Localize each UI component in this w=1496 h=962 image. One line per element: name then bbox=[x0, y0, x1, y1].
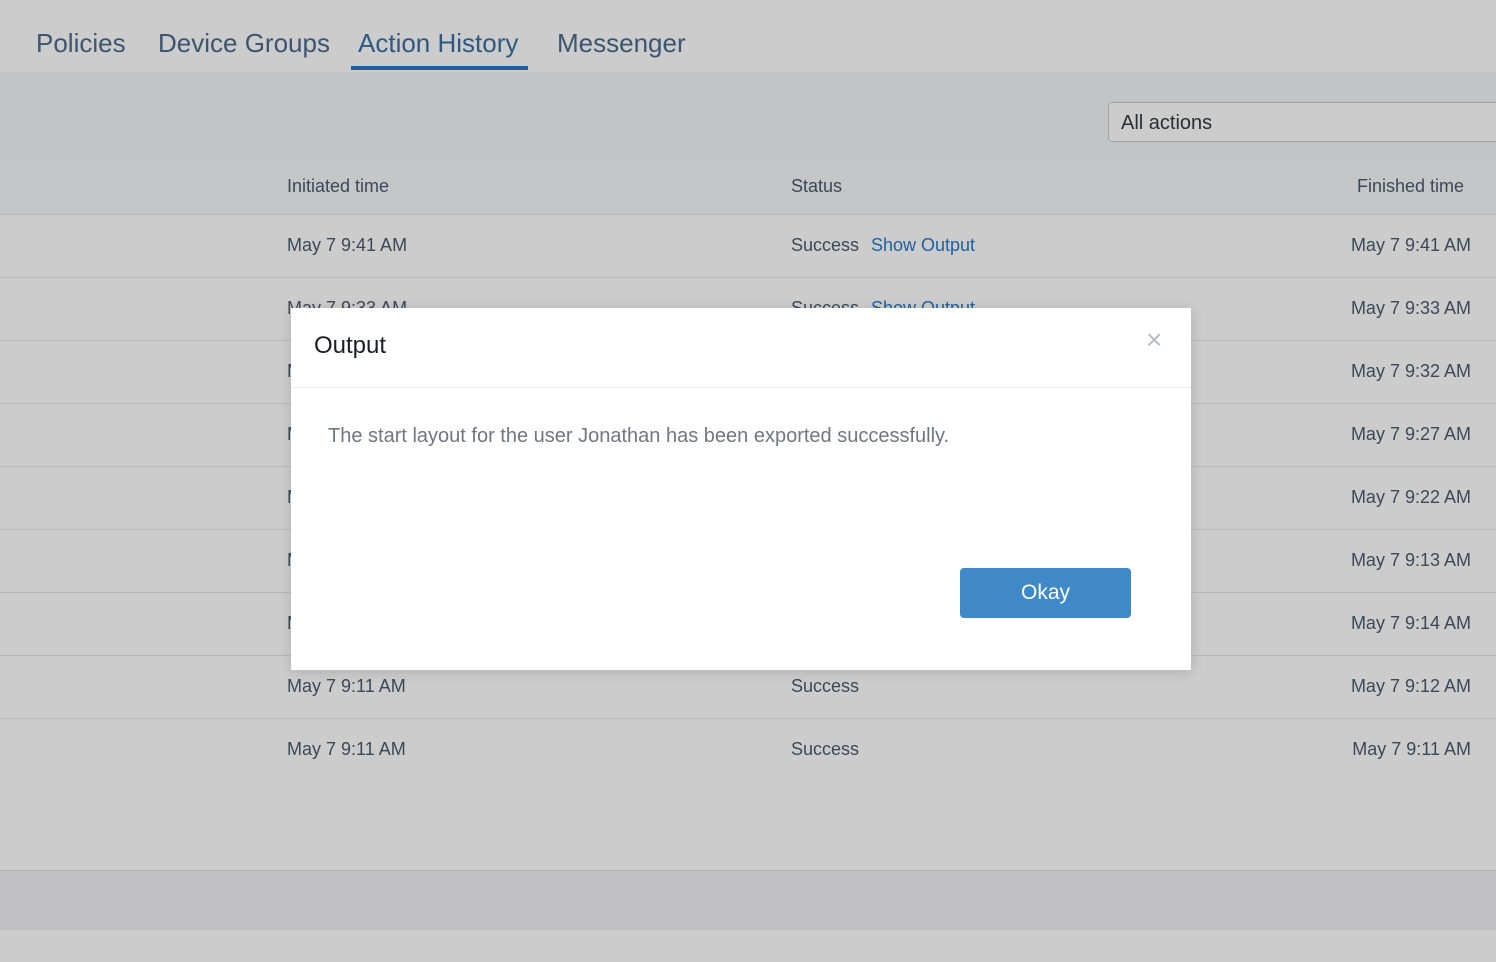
output-dialog: Output × The start layout for the user J… bbox=[291, 308, 1191, 670]
dialog-title: Output bbox=[314, 332, 387, 359]
dialog-header: Output × bbox=[291, 308, 1191, 388]
dialog-message: The start layout for the user Jonathan h… bbox=[328, 425, 950, 447]
close-icon[interactable]: × bbox=[1146, 326, 1162, 354]
okay-button[interactable]: Okay bbox=[960, 568, 1131, 618]
